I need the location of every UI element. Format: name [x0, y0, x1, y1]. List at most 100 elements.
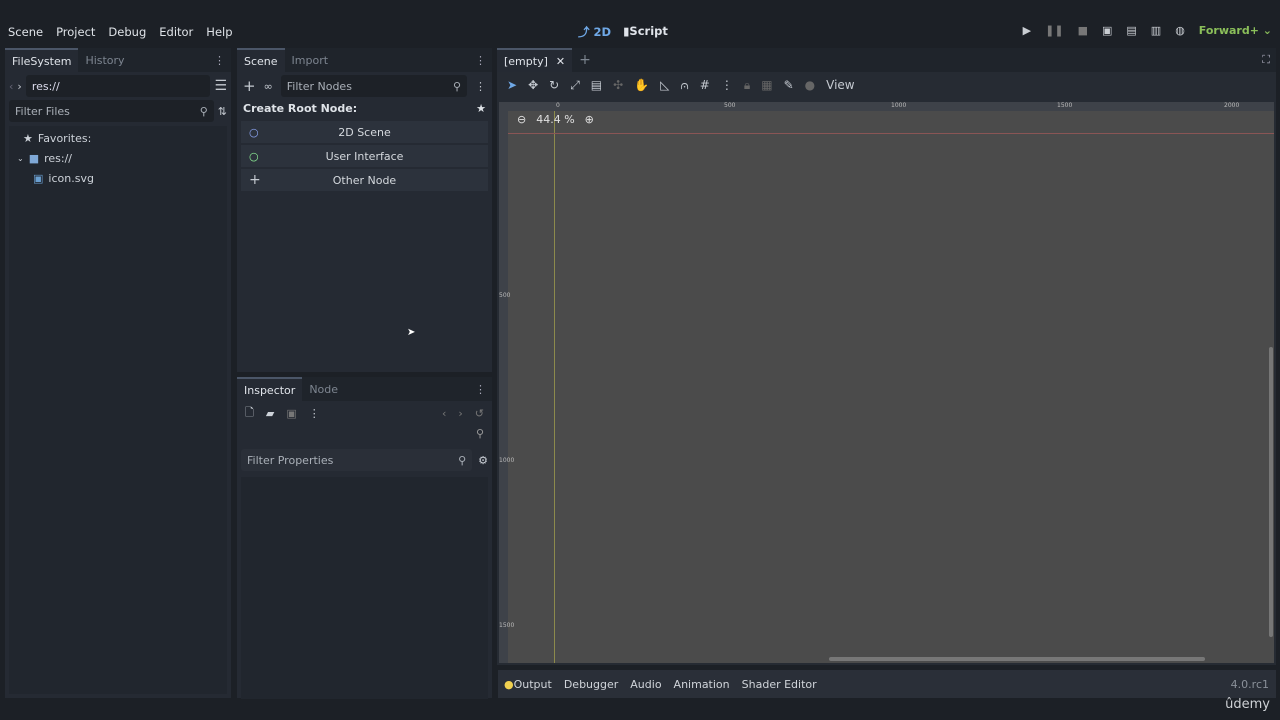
user-interface-button[interactable]: ○ User Interface	[241, 145, 488, 167]
forward-icon[interactable]: ›	[17, 80, 21, 93]
new-resource-icon[interactable]: 🗋	[245, 404, 254, 423]
file-label: icon.svg	[48, 171, 94, 185]
dock-menu-icon[interactable]: ⋮	[208, 48, 231, 72]
pan-tool-icon[interactable]: ✋	[634, 78, 649, 92]
menu-project[interactable]: Project	[56, 25, 95, 39]
stop-icon[interactable]: ■	[1078, 24, 1088, 37]
path-field[interactable]: res://	[25, 75, 211, 97]
zoom-in-icon[interactable]: ⊕	[585, 113, 594, 126]
zoom-level[interactable]: 44.4 %	[536, 113, 574, 126]
link-icon[interactable]: ∞	[264, 80, 273, 93]
dock-menu-icon[interactable]: ⋮	[469, 48, 492, 72]
pause-icon[interactable]: ❚❚	[1045, 24, 1063, 37]
zoom-controls: ⊖ 44.4 % ⊕	[517, 113, 594, 126]
split-mode-icon[interactable]: ☰	[214, 78, 227, 94]
movie-maker-icon[interactable]: ◍	[1175, 24, 1185, 37]
open-folder-icon[interactable]: ▰	[266, 407, 274, 420]
move-tool-icon[interactable]: ✥	[528, 78, 538, 92]
create-root-label: Create Root Node:	[243, 102, 358, 115]
smart-snap-icon[interactable]: ⩀	[680, 78, 688, 93]
folder-icon: ■	[28, 151, 40, 165]
menu-debug[interactable]: Debug	[108, 25, 146, 39]
pivot-tool-icon[interactable]: ✣	[613, 78, 623, 92]
filter-files-input[interactable]: Filter Files ⚲	[9, 100, 214, 122]
bone-icon[interactable]: ✎	[784, 78, 794, 92]
menu-help[interactable]: Help	[206, 25, 232, 39]
view-menu[interactable]: View	[826, 78, 854, 92]
save-icon[interactable]: ▣	[286, 407, 296, 420]
canvas-2d[interactable]: 0 500 1000 1500 2000 500 1000 1500 ⊖ 44.…	[499, 102, 1274, 663]
kebab-icon[interactable]: ⋮	[309, 407, 320, 420]
sort-icon[interactable]: ⇅	[218, 105, 227, 118]
ruler-tick: 1000	[891, 102, 907, 109]
filter-properties-input[interactable]: Filter Properties ⚲	[241, 449, 473, 471]
horizontal-scrollbar[interactable]	[829, 657, 1205, 661]
tab-inspector[interactable]: Inspector	[237, 377, 303, 401]
back-icon[interactable]: ‹	[9, 80, 13, 93]
menu-editor[interactable]: Editor	[159, 25, 193, 39]
ruler-tick: 500	[724, 102, 736, 109]
workspace-2d[interactable]: ⤴ 2D	[578, 24, 611, 40]
filter-properties-placeholder: Filter Properties	[247, 453, 334, 467]
forward-icon[interactable]: ›	[458, 407, 462, 420]
grid-snap-icon[interactable]: #	[700, 78, 710, 92]
play-scene-icon[interactable]: ▤	[1126, 24, 1136, 37]
tab-filesystem[interactable]: FileSystem	[5, 48, 79, 72]
scene-tab-empty[interactable]: [empty] ✕	[497, 48, 573, 72]
ruler-tick: 1000	[499, 457, 515, 464]
tab-scene[interactable]: Scene	[237, 48, 285, 72]
star-icon: ★	[23, 131, 33, 145]
ruler-tool-icon[interactable]: ◺	[660, 78, 669, 92]
back-icon[interactable]: ‹	[442, 407, 446, 420]
close-icon[interactable]: ✕	[556, 55, 565, 68]
snap-options-icon[interactable]: ⋮	[721, 78, 733, 92]
play-icon[interactable]: ▶	[1023, 24, 1031, 37]
tab-animation[interactable]: Animation	[674, 678, 730, 691]
tab-output[interactable]: ●Output	[504, 678, 552, 691]
renderer-select[interactable]: Forward+ ⌄	[1199, 24, 1272, 37]
add-node-icon[interactable]: +	[243, 77, 256, 95]
workspace-script[interactable]: ▮Script	[623, 24, 668, 40]
menu-scene[interactable]: Scene	[8, 25, 43, 39]
filesystem-dock: FileSystem History ⋮ ‹ › res:// ☰ Filter…	[5, 48, 231, 698]
button-label: Other Node	[332, 173, 397, 187]
udemy-watermark: ûdemy	[1225, 697, 1270, 712]
tab-history[interactable]: History	[78, 48, 131, 72]
lock-icon[interactable]: 🔒︎	[744, 78, 750, 93]
scale-tool-icon[interactable]: ⤢	[570, 78, 580, 93]
ruler-tick: 0	[556, 102, 560, 109]
remote-debug-icon[interactable]: ▣	[1102, 24, 1112, 37]
rotate-tool-icon[interactable]: ↻	[549, 78, 559, 92]
dock-menu-icon[interactable]: ⋮	[469, 377, 492, 401]
list-select-icon[interactable]: ▤	[591, 78, 602, 92]
vertical-scrollbar[interactable]	[1269, 347, 1273, 637]
group-icon[interactable]: ▦	[761, 78, 772, 92]
filter-nodes-input[interactable]: Filter Nodes ⚲	[280, 75, 467, 97]
doc-search-icon[interactable]: ⚲	[237, 425, 492, 447]
scene-tab-label: [empty]	[504, 54, 548, 68]
favorite-star-icon[interactable]: ★	[476, 102, 486, 115]
camera-override-icon[interactable]: ●	[805, 78, 815, 92]
tree-res-folder[interactable]: ⌄ ■ res://	[17, 148, 219, 168]
select-tool-icon[interactable]: ➤	[507, 78, 517, 92]
favorites-label: Favorites:	[37, 131, 92, 145]
res-label: res://	[44, 151, 73, 165]
kebab-icon[interactable]: ⋮	[475, 80, 486, 93]
fullscreen-icon[interactable]: ⛶	[1256, 48, 1276, 72]
property-tools-icon[interactable]: ⚙	[478, 454, 488, 467]
add-scene-tab-icon[interactable]: +	[572, 48, 598, 72]
tab-node[interactable]: Node	[302, 377, 345, 401]
chevron-down-icon[interactable]: ⌄	[17, 154, 24, 163]
play-custom-scene-icon[interactable]: ▥	[1151, 24, 1161, 37]
tree-file-icon-svg[interactable]: ▣ icon.svg	[17, 168, 219, 188]
tab-debugger[interactable]: Debugger	[564, 678, 618, 691]
tab-audio[interactable]: Audio	[630, 678, 661, 691]
tab-import[interactable]: Import	[285, 48, 336, 72]
filter-files-placeholder: Filter Files	[15, 104, 70, 118]
zoom-out-icon[interactable]: ⊖	[517, 113, 526, 126]
2d-scene-button[interactable]: ○ 2D Scene	[241, 121, 488, 143]
tree-favorites[interactable]: ★ Favorites:	[17, 128, 219, 148]
other-node-button[interactable]: + Other Node	[241, 169, 488, 191]
tab-shader-editor[interactable]: Shader Editor	[742, 678, 817, 691]
history-icon[interactable]: ↺	[475, 407, 484, 420]
